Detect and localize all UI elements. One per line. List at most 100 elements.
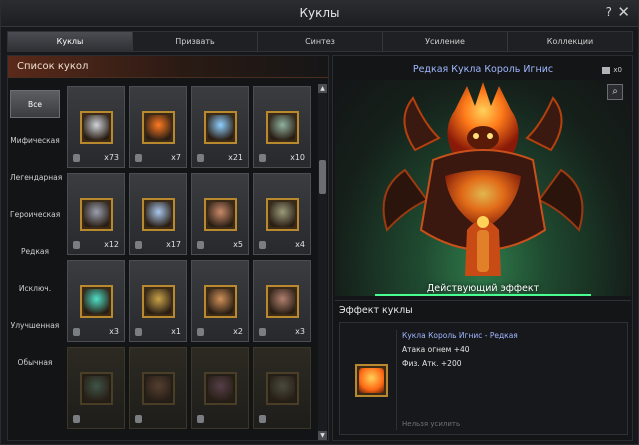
doll-portrait <box>208 289 233 314</box>
scroll-up-icon[interactable]: ▲ <box>318 84 327 93</box>
filter-rare[interactable]: Редкая <box>10 238 60 266</box>
doll-card[interactable] <box>253 347 311 429</box>
doll-icon-frame <box>204 285 237 318</box>
effect-section-header: Эффект куклы <box>335 300 631 320</box>
doll-portrait <box>84 115 109 140</box>
doll-portrait <box>84 376 109 401</box>
lock-icon <box>197 328 204 336</box>
doll-card[interactable] <box>129 347 187 429</box>
doll-icon-frame <box>266 285 299 318</box>
doll-card[interactable] <box>67 347 125 429</box>
lock-icon <box>259 154 266 162</box>
doll-count: x3 <box>109 327 119 336</box>
doll-card[interactable]: x12 <box>67 173 125 255</box>
doll-icon-frame <box>80 372 113 405</box>
filter-heroic[interactable]: Героическая <box>10 201 60 229</box>
tab-collections[interactable]: Коллекции <box>508 32 632 51</box>
doll-count: x5 <box>233 240 243 249</box>
lock-icon <box>197 154 204 162</box>
doll-portrait <box>270 202 295 227</box>
doll-card[interactable]: x73 <box>67 86 125 168</box>
doll-card[interactable]: x4 <box>253 173 311 255</box>
scroll-thumb[interactable] <box>319 160 326 194</box>
window-title: Куклы <box>299 6 340 20</box>
doll-portrait <box>270 289 295 314</box>
help-icon[interactable]: ? <box>606 5 612 19</box>
doll-portrait <box>270 115 295 140</box>
filter-improved[interactable]: Улучшенная <box>10 312 60 340</box>
doll-icon-frame <box>204 198 237 231</box>
doll-card[interactable]: x21 <box>191 86 249 168</box>
doll-icon-frame <box>142 285 175 318</box>
doll-portrait <box>208 376 233 401</box>
doll-portrait <box>270 376 295 401</box>
doll-list-title: Список кукол <box>17 61 89 72</box>
doll-card[interactable]: x17 <box>129 173 187 255</box>
doll-card[interactable]: x2 <box>191 260 249 342</box>
doll-list-panel: Список кукол Все Мифическая Легендарная … <box>7 55 329 441</box>
lock-icon <box>73 328 80 336</box>
close-icon[interactable]: ✕ <box>617 3 630 21</box>
doll-portrait <box>359 368 384 393</box>
doll-detail-panel: Редкая Кукла Король Игнис x0 ⌕ Действующ… <box>332 55 633 441</box>
doll-count: x4 <box>295 240 305 249</box>
lock-icon <box>73 154 80 162</box>
filter-exclusive[interactable]: Исключ. <box>10 275 60 303</box>
doll-card[interactable]: x3 <box>67 260 125 342</box>
tab-synthesis[interactable]: Синтез <box>258 32 383 51</box>
owned-count-value: x0 <box>613 66 622 74</box>
cannot-enhance-label: Нельзя усилить <box>402 420 461 428</box>
magnify-icon[interactable]: ⌕ <box>607 84 623 100</box>
doll-icon-frame <box>266 372 299 405</box>
tab-summon[interactable]: Призвать <box>133 32 258 51</box>
doll-list-header: Список кукол <box>8 56 328 78</box>
doll-count: x12 <box>104 240 119 249</box>
filter-all[interactable]: Все <box>10 90 60 118</box>
doll-portrait <box>146 115 171 140</box>
doll-count: x21 <box>228 153 243 162</box>
doll-portrait <box>146 376 171 401</box>
effect-title: Кукла Король Игнис - Редкая <box>402 331 518 340</box>
filter-mythic[interactable]: Мифическая <box>10 127 60 155</box>
grade-filter-list: Все Мифическая Легендарная Героическая Р… <box>10 90 62 386</box>
doll-card[interactable]: x5 <box>191 173 249 255</box>
doll-card[interactable]: x10 <box>253 86 311 168</box>
doll-count: x7 <box>171 153 181 162</box>
filter-common[interactable]: Обычная <box>10 349 60 377</box>
active-effect-label: Действующий эффект <box>426 283 540 294</box>
doll-icon-frame <box>142 372 175 405</box>
lock-icon <box>259 241 266 249</box>
active-effect-bar <box>375 294 591 296</box>
lock-icon <box>259 328 266 336</box>
book-icon <box>602 66 611 74</box>
doll-count: x17 <box>166 240 181 249</box>
doll-model-viewer[interactable]: ⌕ Действующий эффект <box>335 80 631 296</box>
list-scrollbar[interactable]: ▲ ▼ <box>318 84 327 440</box>
doll-count: x3 <box>295 327 305 336</box>
lock-icon <box>197 241 204 249</box>
doll-icon-frame <box>204 372 237 405</box>
doll-icon-frame <box>266 111 299 144</box>
lock-icon <box>135 328 142 336</box>
doll-icon-frame <box>80 198 113 231</box>
doll-card[interactable] <box>191 347 249 429</box>
fire-king-model <box>382 82 584 276</box>
scroll-down-icon[interactable]: ▼ <box>318 431 327 440</box>
title-bar: Куклы ? ✕ <box>1 1 638 27</box>
lock-icon <box>197 415 204 423</box>
lock-icon <box>135 415 142 423</box>
doll-card[interactable]: x3 <box>253 260 311 342</box>
doll-count: x10 <box>290 153 305 162</box>
lock-icon <box>135 241 142 249</box>
tab-dolls[interactable]: Куклы <box>8 32 133 51</box>
effect-fire-attack: Атака огнем +40 <box>402 345 470 354</box>
doll-card[interactable]: x1 <box>129 260 187 342</box>
doll-icon-frame <box>80 285 113 318</box>
doll-card[interactable]: x7 <box>129 86 187 168</box>
doll-count: x73 <box>104 153 119 162</box>
doll-portrait <box>84 202 109 227</box>
filter-legendary[interactable]: Легендарная <box>10 164 62 192</box>
effect-section-title: Эффект куклы <box>339 305 413 316</box>
tab-enhance[interactable]: Усиление <box>383 32 508 51</box>
effect-box: Кукла Король Игнис - Редкая Атака огнем … <box>339 322 628 435</box>
